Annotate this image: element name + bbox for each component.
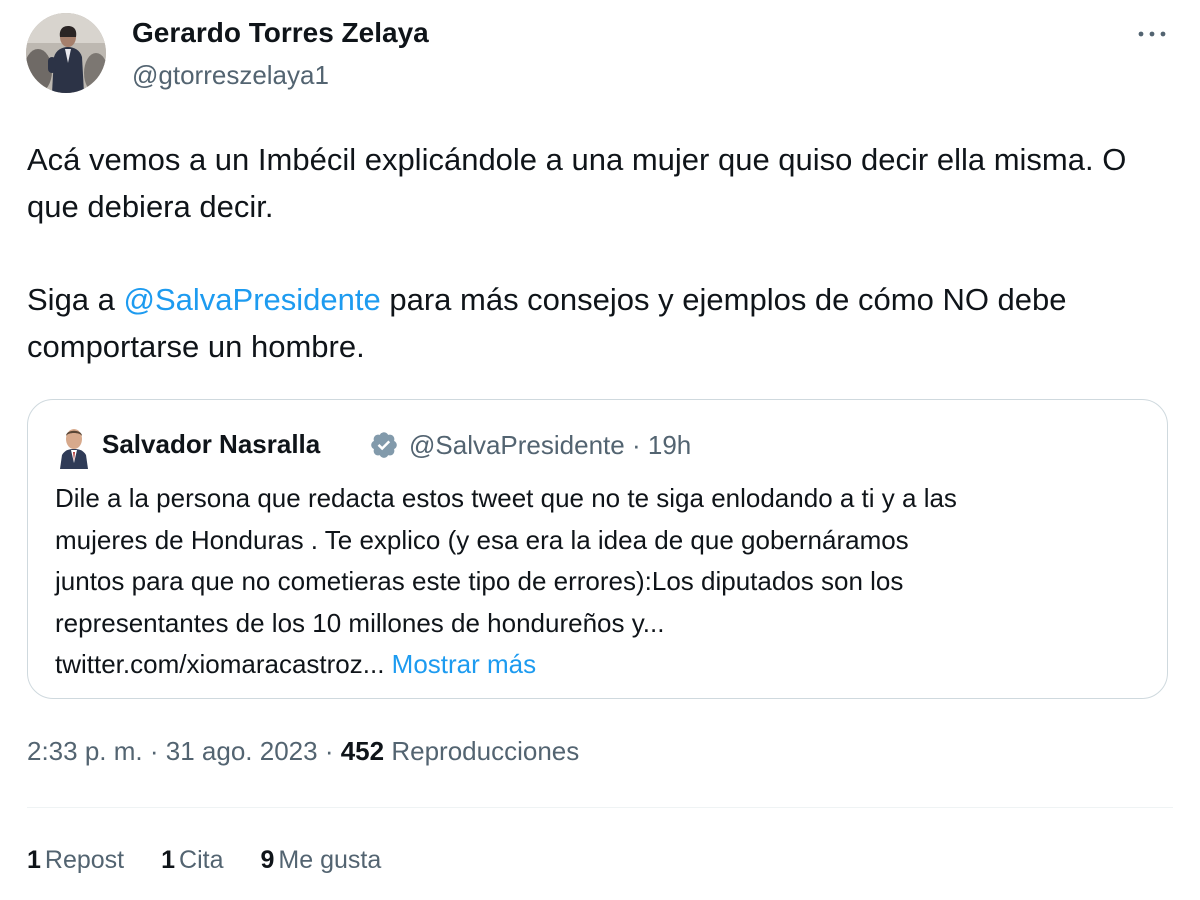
reposts-stat[interactable]: 1 Repost xyxy=(27,846,124,875)
reposts-count: 1 xyxy=(27,846,41,874)
tweet-paragraph-2: Siga a @SalvaPresidente para más consejo… xyxy=(27,276,1177,370)
quoted-author-avatar[interactable] xyxy=(57,425,91,469)
verified-badge-icon xyxy=(371,432,397,458)
views-label: Reproducciones xyxy=(391,736,580,766)
quoted-text-line: representantes de los 10 millones de hon… xyxy=(55,607,665,638)
quoted-text-line: Dile a la persona que redacta estos twee… xyxy=(55,483,957,513)
quoted-text-line: mujeres de Honduras . Te explico (y esa … xyxy=(55,524,909,555)
tweet-text-segment: Siga a xyxy=(27,282,124,317)
more-options-button[interactable] xyxy=(1130,16,1174,52)
show-more-link[interactable]: Mostrar más xyxy=(392,649,536,679)
likes-label: Me gusta xyxy=(278,846,382,874)
quoted-tweet-time[interactable]: 19h xyxy=(648,430,691,460)
tweet-paragraph-1: Acá vemos a un Imbécil explicándole a un… xyxy=(27,142,1127,224)
reposts-label: Repost xyxy=(44,846,125,874)
likes-count: 9 xyxy=(260,846,275,874)
meta-separator: · xyxy=(631,430,641,460)
quoted-author-handle[interactable]: @SalvaPresidente xyxy=(409,430,625,460)
tweet-text: Acá vemos a un Imbécil explicándole a un… xyxy=(27,136,1177,370)
meta-separator: · xyxy=(149,736,159,766)
quoted-tweet-meta: @SalvaPresidente · 19h xyxy=(409,430,691,461)
more-horizontal-icon xyxy=(1138,31,1166,37)
quotes-stat[interactable]: 1 Cita xyxy=(161,846,223,875)
likes-stat[interactable]: 9 Me gusta xyxy=(261,846,382,875)
tweet-meta: 2:33 p. m. · 31 ago. 2023 · 452 Reproduc… xyxy=(27,736,579,767)
quotes-label: Cita xyxy=(179,846,224,874)
author-handle[interactable]: @gtorreszelaya1 xyxy=(132,60,329,91)
divider xyxy=(27,807,1173,808)
author-avatar[interactable] xyxy=(26,13,106,93)
meta-separator: · xyxy=(324,736,334,766)
engagement-stats: 1 Repost 1 Cita 9 Me gusta xyxy=(27,846,418,875)
quoted-tweet-text: Dile a la persona que redacta estos twee… xyxy=(55,478,1155,686)
tweet-date[interactable]: 31 ago. 2023 xyxy=(166,736,318,766)
quoted-text-line: juntos para que no cometieras este tipo … xyxy=(55,566,904,596)
quoted-text-line-last: twitter.com/xiomaracastroz... Mostrar má… xyxy=(55,644,1155,686)
mention-link[interactable]: @SalvaPresidente xyxy=(124,282,381,317)
quoted-author-name[interactable]: Salvador Nasralla xyxy=(102,429,320,460)
tweet: Gerardo Torres Zelaya @gtorreszelaya1 Ac… xyxy=(0,0,1200,900)
tweet-time[interactable]: 2:33 p. m. xyxy=(27,736,143,766)
quoted-link-text: twitter.com/xiomaracastroz... xyxy=(55,649,392,679)
quotes-count: 1 xyxy=(161,846,176,874)
views-count: 452 xyxy=(340,736,385,766)
quoted-tweet[interactable]: Salvador Nasralla @SalvaPresidente · 19h… xyxy=(27,399,1168,699)
author-name[interactable]: Gerardo Torres Zelaya xyxy=(132,17,429,49)
